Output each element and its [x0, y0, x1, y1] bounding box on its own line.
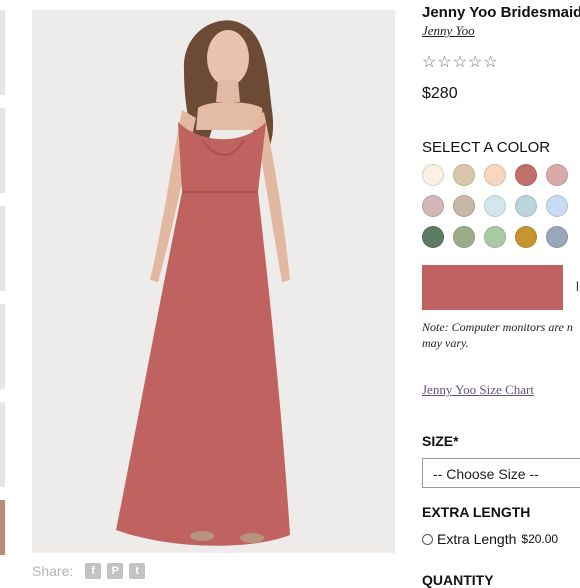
color-swatch-mist-blue[interactable] [515, 195, 537, 217]
product-price: $280 [422, 85, 458, 102]
color-swatch-desert-rose[interactable] [515, 164, 537, 186]
share-label: Share: [32, 562, 74, 579]
size-heading: SIZE* [422, 433, 459, 449]
color-swatch-sand[interactable] [453, 164, 475, 186]
color-swatch-powder-blue[interactable] [484, 195, 506, 217]
color-swatch-ivory[interactable] [422, 164, 444, 186]
color-swatch-slate[interactable] [546, 226, 568, 248]
product-title: Jenny Yoo Bridesmaid I [422, 4, 580, 21]
extra-length-price: $20.00 [521, 532, 559, 546]
color-swatch-mauve[interactable] [422, 195, 444, 217]
color-swatch-mustard[interactable] [515, 226, 537, 248]
quantity-heading: QUANTITY [422, 572, 494, 588]
color-swatch-sage[interactable] [453, 226, 475, 248]
brand-link[interactable]: Jenny Yoo [422, 23, 475, 39]
color-swatch-taupe[interactable] [453, 195, 475, 217]
rating-stars[interactable]: ☆☆☆☆☆ [422, 52, 499, 72]
extra-length-label: Extra Length [437, 531, 517, 547]
disclaimer-line-1: Note: Computer monitors are n [422, 320, 573, 334]
product-image[interactable] [32, 10, 395, 553]
color-swatch-forest[interactable] [422, 226, 444, 248]
color-heading: SELECT A COLOR [422, 139, 551, 156]
thumbnail-5[interactable] [0, 402, 5, 487]
dress-model-illustration [32, 10, 395, 553]
thumbnail-strip [0, 0, 6, 580]
extra-length-heading: EXTRA LENGTH [422, 504, 531, 520]
extra-length-radio[interactable] [422, 533, 433, 545]
thumbnail-2[interactable] [0, 108, 5, 193]
thumbnail-6[interactable] [0, 500, 5, 555]
size-chart-link[interactable]: Jenny Yoo Size Chart [422, 382, 534, 398]
thumbnail-4[interactable] [0, 304, 5, 389]
extra-length-option[interactable]: Extra Length $20.00 [422, 531, 558, 547]
disclaimer-line-2: may vary. [422, 336, 469, 350]
color-swatch-sky-blue[interactable] [546, 195, 568, 217]
thumbnail-1[interactable] [0, 10, 5, 95]
selected-color-preview [422, 265, 563, 310]
facebook-icon[interactable]: f [85, 562, 102, 579]
color-disclaimer: Note: Computer monitors are n may vary. [422, 319, 580, 351]
color-swatch-peach[interactable] [484, 164, 506, 186]
truncated-button-label[interactable]: l [576, 279, 579, 294]
thumbnail-3[interactable] [0, 206, 5, 291]
twitter-icon[interactable]: t [129, 562, 146, 579]
pinterest-icon[interactable]: P [107, 562, 124, 579]
share-bar: Share: f P t [32, 561, 146, 580]
color-swatch-dusty-rose[interactable] [546, 164, 568, 186]
color-swatch-mint[interactable] [484, 226, 506, 248]
size-select[interactable]: -- Choose Size -- [422, 458, 580, 488]
